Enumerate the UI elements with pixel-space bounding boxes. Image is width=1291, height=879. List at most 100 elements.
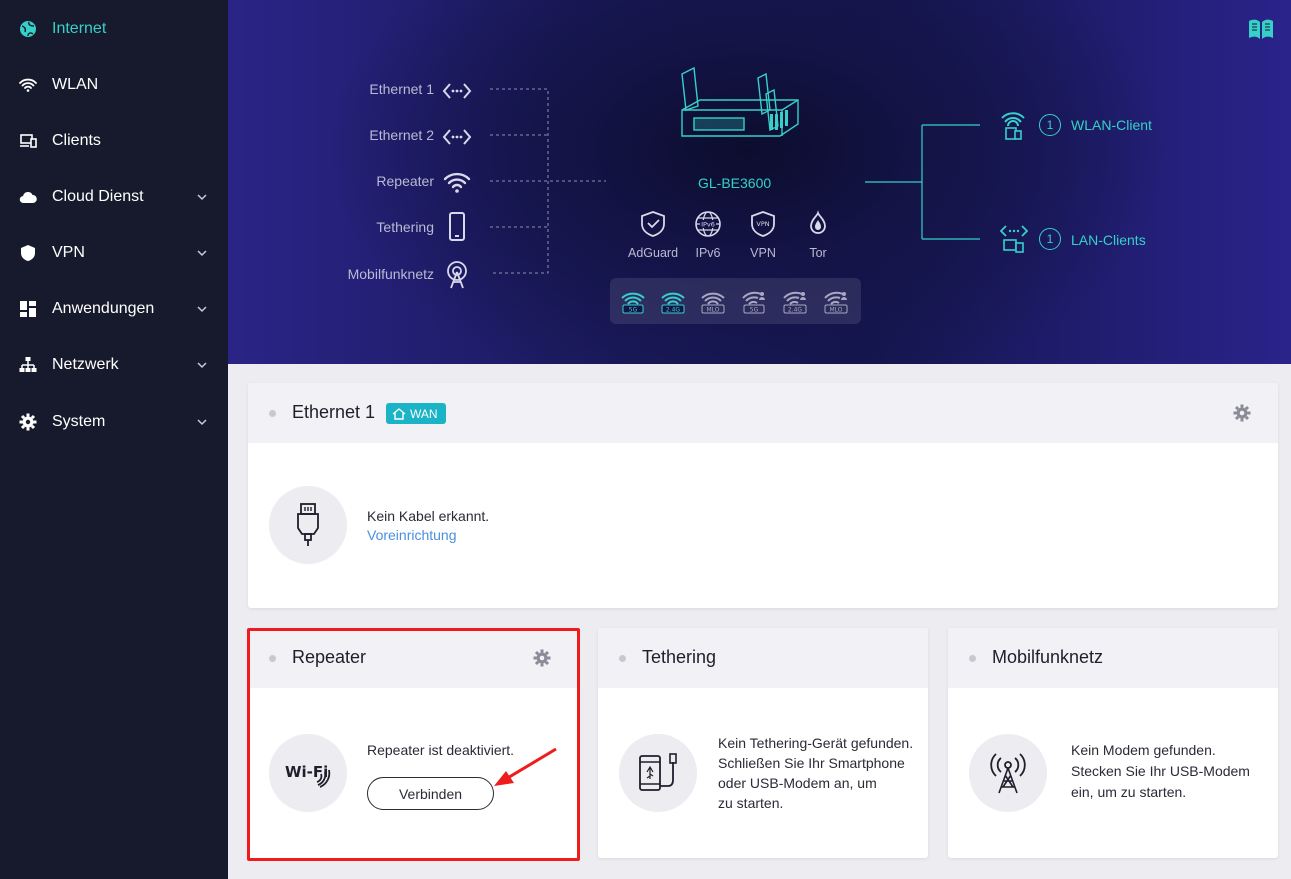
status-dot <box>619 655 626 662</box>
book-icon[interactable] <box>1247 17 1275 41</box>
band-label: 2.4G <box>666 306 681 313</box>
source-ethernet-1-label: Ethernet 1 <box>369 81 434 97</box>
tor-onion-icon[interactable] <box>804 210 832 238</box>
sidebar-item-cloud-dienst[interactable]: Cloud Dienst <box>0 177 228 217</box>
wlan-client-label[interactable]: WLAN-Client <box>1071 117 1152 133</box>
ethernet-cable-icon <box>269 486 347 564</box>
wifi-icon <box>18 75 38 95</box>
tethering-line-4: zu starten. <box>718 795 784 811</box>
cell-tower-icon[interactable] <box>442 260 472 290</box>
guest-wifi-5g-icon[interactable]: 5G <box>741 288 767 314</box>
wlan-client-icon <box>1001 112 1025 140</box>
band-label: 5G <box>750 306 759 313</box>
sidebar-item-label: Cloud Dienst <box>52 188 144 205</box>
wan-badge-label: WAN <box>410 406 438 421</box>
card-header: Ethernet 1 WAN <box>248 383 1278 443</box>
guest-wifi-mlo-icon[interactable]: MLO <box>823 288 849 314</box>
lan-client-label[interactable]: LAN-Clients <box>1071 232 1146 248</box>
chevron-down-icon <box>197 362 207 369</box>
cloud-icon <box>18 187 38 207</box>
band-label: MLO <box>706 306 719 313</box>
sidebar-item-label: VPN <box>52 244 85 261</box>
sidebar-item-clients[interactable]: Clients <box>0 121 228 161</box>
devices-icon <box>18 131 38 151</box>
chevron-down-icon <box>197 306 207 313</box>
tethering-line-1: Kein Tethering-Gerät gefunden. <box>718 735 914 751</box>
apps-grid-icon <box>18 299 38 319</box>
sidebar-item-label: Clients <box>52 132 101 149</box>
service-tor-label: Tor <box>809 246 827 260</box>
ethernet-status-text: Kein Kabel erkannt. <box>367 508 490 524</box>
mobile-line-3: ein, um zu starten. <box>1071 784 1187 800</box>
card-title: Repeater <box>292 647 367 667</box>
sidebar-item-label: Anwendungen <box>52 300 155 317</box>
card-title: Mobilfunknetz <box>992 647 1104 667</box>
wifi-icon[interactable] <box>442 167 472 197</box>
gear-icon[interactable] <box>1232 403 1252 423</box>
tethering-card: Tethering Kein Tethering-Gerät gefunden.… <box>598 628 928 858</box>
ethernet-port-icon[interactable] <box>442 122 472 152</box>
tethering-line-3: oder USB-Modem an, um <box>718 775 877 791</box>
card-header: Mobilfunknetz <box>948 628 1278 688</box>
router-name: GL-BE3600 <box>698 175 772 191</box>
setup-link[interactable]: Voreinrichtung <box>367 527 457 543</box>
sidebar-item-label: System <box>52 413 106 430</box>
card-header: Tethering <box>598 628 928 688</box>
vpn-shield-icon[interactable]: VPN <box>749 210 777 238</box>
chevron-down-icon <box>197 194 207 201</box>
phone-usb-icon <box>619 734 697 812</box>
card-title: Tethering <box>642 647 717 667</box>
sidebar-item-anwendungen[interactable]: Anwendungen <box>0 289 228 329</box>
guest-wifi-2-4g-icon[interactable]: 2.4G <box>782 288 808 314</box>
phone-icon[interactable] <box>442 212 472 242</box>
ipv6-globe-icon[interactable]: IPv6 <box>694 210 722 238</box>
status-dot <box>269 655 276 662</box>
source-ethernet-2-label: Ethernet 2 <box>369 127 434 143</box>
tethering-line-2: Schließen Sie Ihr Smartphone <box>718 755 905 771</box>
lan-client-icon <box>1000 225 1028 253</box>
sidebar-item-internet[interactable]: Internet <box>0 9 228 49</box>
globe-icon <box>18 19 38 39</box>
svg-text:VPN: VPN <box>756 220 769 228</box>
source-repeater-label: Repeater <box>376 173 434 189</box>
mobile-line-2: Stecken Sie Ihr USB-Modem <box>1071 763 1250 779</box>
status-dot <box>269 410 276 417</box>
mobile-line-1: Kein Modem gefunden. <box>1071 742 1216 758</box>
repeater-card: Repeater Wi-Fi Repeater ist deaktiviert.… <box>248 628 578 858</box>
router-image <box>681 66 799 137</box>
band-label: MLO <box>829 306 842 313</box>
sidebar-item-vpn[interactable]: VPN <box>0 233 228 273</box>
wlan-client-count: 1 <box>1039 114 1061 136</box>
network-tree-icon <box>18 355 38 375</box>
wifi-2-4g-icon[interactable]: 2.4G <box>660 288 686 314</box>
wifi-5g-icon[interactable]: 5G <box>620 288 646 314</box>
connect-button[interactable]: Verbinden <box>367 777 494 810</box>
ethernet-port-icon[interactable] <box>442 76 472 106</box>
wifi-logo-icon: Wi-Fi <box>269 734 347 812</box>
chevron-down-icon <box>197 419 207 426</box>
adguard-shield-icon[interactable] <box>639 210 667 238</box>
sidebar-item-system[interactable]: System <box>0 402 228 442</box>
wifi-band-bar: 5G 2.4G MLO 5G 2.4G MLO <box>610 278 861 324</box>
card-title: Ethernet 1 <box>292 402 376 422</box>
sidebar: Internet WLAN Clients Cloud Dienst VPN A… <box>0 0 228 879</box>
cell-tower-icon <box>969 734 1047 812</box>
sidebar-item-label: WLAN <box>52 76 99 93</box>
source-tethering-label: Tethering <box>376 219 434 235</box>
card-header: Repeater <box>248 628 578 688</box>
sidebar-item-netzwerk[interactable]: Netzwerk <box>0 345 228 385</box>
lan-client-count: 1 <box>1039 228 1061 250</box>
chevron-down-icon <box>197 250 207 257</box>
wan-badge: WAN <box>386 403 446 424</box>
gear-icon <box>18 412 38 432</box>
sidebar-item-wlan[interactable]: WLAN <box>0 65 228 105</box>
annotation-arrow <box>494 747 557 786</box>
svg-text:IPv6: IPv6 <box>701 221 715 229</box>
band-label: 2.4G <box>788 306 803 313</box>
gear-icon[interactable] <box>532 648 552 668</box>
home-icon <box>392 407 406 420</box>
status-dot <box>969 655 976 662</box>
sidebar-item-label: Internet <box>52 20 107 37</box>
wifi-mlo-icon[interactable]: MLO <box>700 288 726 314</box>
shield-icon <box>18 243 38 263</box>
